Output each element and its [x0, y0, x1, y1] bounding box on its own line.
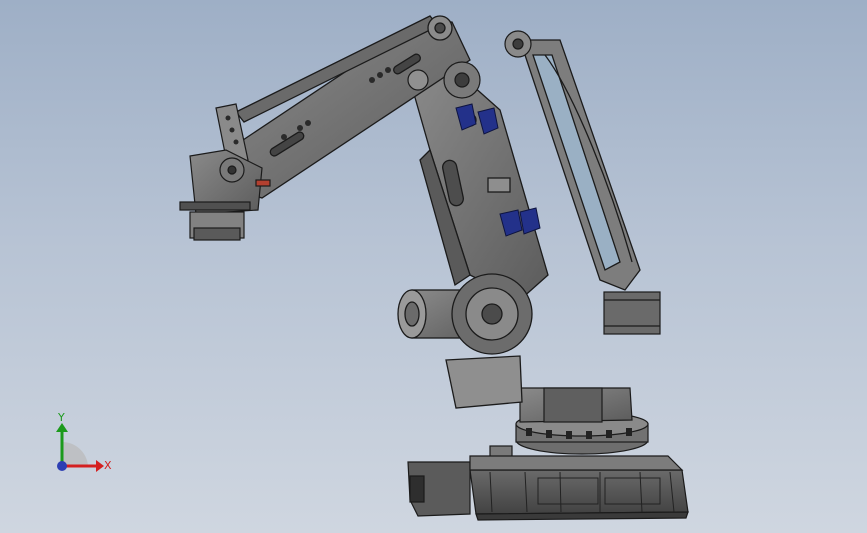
graphics-viewport[interactable]: X Y	[0, 0, 867, 533]
y-axis-label: Y	[57, 411, 65, 424]
y-axis-arrow	[56, 423, 68, 432]
x-axis-label: X	[104, 459, 112, 472]
lower-arm	[409, 69, 549, 301]
robot-arm-model[interactable]	[0, 0, 867, 533]
robot-base	[407, 445, 689, 521]
robot-turntable	[515, 387, 649, 455]
triad-plane	[62, 441, 88, 466]
shoulder-motor-right	[603, 291, 661, 335]
wrist-end-effector	[179, 103, 271, 241]
coordinate-triad: X Y	[56, 411, 112, 472]
shoulder-motor-left	[397, 273, 533, 409]
z-axis-dot	[57, 461, 67, 471]
x-axis-arrow	[96, 460, 104, 472]
